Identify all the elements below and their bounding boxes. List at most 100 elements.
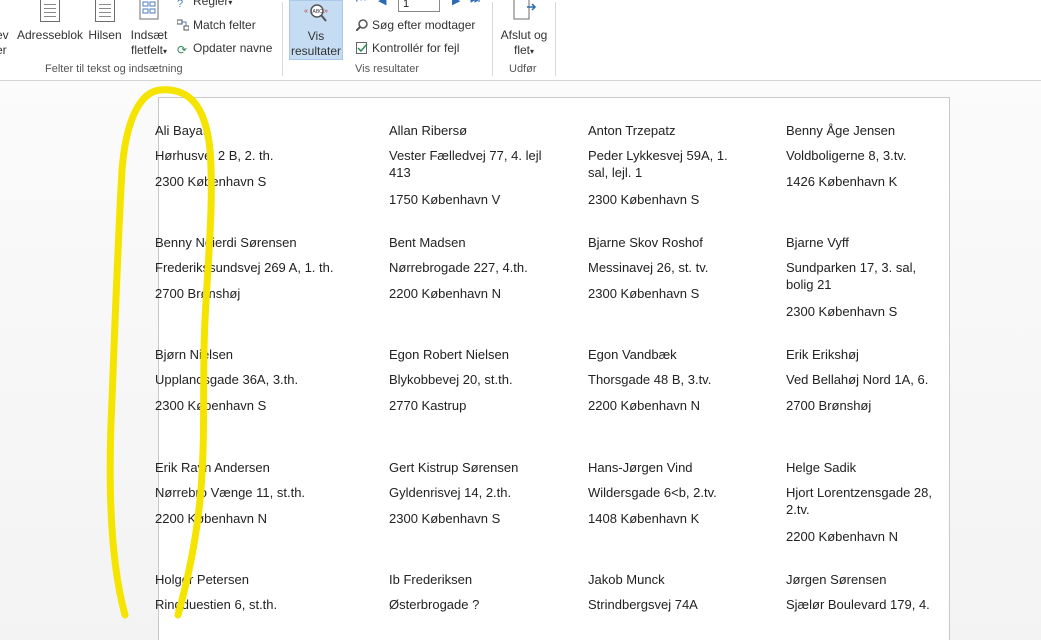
recipient-city: 2300 København S xyxy=(786,304,898,319)
recipient-street: Sjælør Boulevard 179, 4. xyxy=(786,597,930,612)
ribbon-separator xyxy=(555,2,556,76)
address-block-label: Adresseblok xyxy=(16,28,84,42)
recipient-street: Strindbergsvej 74A xyxy=(588,597,698,612)
recipient-street: Messinavej 26, st. tv. xyxy=(588,260,709,275)
finish-merge-button[interactable]: Afslut og flet▾ xyxy=(496,0,552,59)
recipient-city: 2200 København N xyxy=(786,529,899,544)
recipient-street: Ved Bellahøj Nord 1A, 6. xyxy=(786,372,929,387)
recipient-name: Egon Robert Nielsen xyxy=(389,347,509,362)
recipient-name: Bjørn Nielsen xyxy=(155,347,234,362)
recipient-name: Benny Neierdi Sørensen xyxy=(155,235,297,250)
recipient-street: Vester Fælledvej 77, 4. lejl 413 xyxy=(389,148,542,180)
search-icon xyxy=(355,19,368,32)
recipient-street: Wildersgade 6<b, 2.tv. xyxy=(588,485,717,500)
ribbon-separator xyxy=(492,2,493,76)
insert-merge-field-button[interactable]: Indsæt fletfelt▾ xyxy=(126,0,172,59)
greeting-line-icon xyxy=(86,0,124,23)
first-record-icon[interactable]: ⏮ xyxy=(356,0,366,7)
recipient-street: Gyldenrisvej 14, 2.th. xyxy=(389,485,512,500)
match-fields-button[interactable]: Match felter xyxy=(176,17,256,33)
recipient-city: 2300 København S xyxy=(588,192,700,207)
ribbon-separator xyxy=(282,2,283,76)
check-errors-button[interactable]: Kontrollér for fejl xyxy=(356,40,459,56)
chevron-down-icon: ▾ xyxy=(530,47,535,56)
recipient-city: 2300 København S xyxy=(389,511,501,526)
recipient-street: Østerbrogade ? xyxy=(389,597,480,612)
recipient-street: Ringduestien 6, st.th. xyxy=(155,597,278,612)
greeting-button[interactable]: Hilsen xyxy=(86,0,124,43)
rules-icon: ? xyxy=(177,0,184,10)
document-page[interactable]: Ali Bayati Hørhusvej 2 B, 2. th. 2300 Købe… xyxy=(155,97,950,640)
recipient-name: Ali Bayati xyxy=(155,123,210,138)
refresh-icon: ⟳ xyxy=(177,43,188,57)
recipient-street: Voldboligerne 8, 3.tv. xyxy=(786,148,907,163)
match-fields-label: Match felter xyxy=(193,18,256,32)
greeting-label: Hilsen xyxy=(88,28,122,42)
match-fields-icon xyxy=(176,19,190,31)
recipient-street: Sundparken 17, 3. sal, bolig 21 xyxy=(786,260,917,292)
last-record-icon[interactable]: ⏭ xyxy=(470,0,480,7)
preview-results-label: Vis resultater xyxy=(290,29,342,58)
recipient-city: 1426 København K xyxy=(786,174,898,189)
recipient-name: Ib Frederiksen xyxy=(389,572,473,587)
recipient-name: Anton Trzepatz xyxy=(588,123,676,138)
svg-text:ABC: ABC xyxy=(313,9,324,15)
address-block-icon xyxy=(16,0,84,23)
recipient-city: 1750 København V xyxy=(389,192,501,207)
recipient-city: 1408 København K xyxy=(588,511,700,526)
recipient-name: Erik Ravn Andersen xyxy=(155,460,270,475)
recipient-city: 2300 København S xyxy=(155,174,267,189)
recipient-city: 2700 Brønshøj xyxy=(786,398,872,413)
recipient-street: Frederikssundsvej 269 A, 1. th. xyxy=(155,260,334,275)
recipient-city: 2300 København S xyxy=(588,286,700,301)
check-errors-label: Kontrollér for fejl xyxy=(372,41,460,55)
merge-field-icon xyxy=(126,0,172,23)
recipient-city: 2200 København N xyxy=(155,511,268,526)
recipient-name: Bjarne Vyff xyxy=(786,235,849,250)
insert-fields-group-label: Felter til tekst og indsætning xyxy=(45,63,183,75)
record-number-input[interactable]: 1 xyxy=(398,0,440,12)
svg-text:»: » xyxy=(324,8,328,15)
recipient-street: Blykobbevej 20, st.th. xyxy=(389,372,513,387)
recipient-street: Peder Lykkesvej 59A, 1. sal, lejl. 1 xyxy=(588,148,728,180)
recipient-name: Allan Ribersø xyxy=(389,123,468,138)
recipient-city: 2200 København N xyxy=(389,286,502,301)
recipient-city: 2700 Brønshøj xyxy=(155,286,241,301)
recipient-street: Upplandsgade 36A, 3.th. xyxy=(155,372,299,387)
recipient-name: Jakob Munck xyxy=(588,572,665,587)
update-labels-button[interactable]: ⟳ Opdater navne xyxy=(177,40,272,56)
previous-record-icon[interactable]: ◀ xyxy=(378,0,386,7)
recipient-name: Hans-Jørgen Vind xyxy=(588,460,693,475)
recipient-name: Bjarne Skov Roshof xyxy=(588,235,703,250)
recipient-street: Nørrebro Vænge 11, st.th. xyxy=(155,485,306,500)
recipient-city: 2200 København N xyxy=(588,398,701,413)
preview-group-label: Vis resultater xyxy=(355,63,419,75)
partial-ribbon-button[interactable]: ev er xyxy=(0,28,12,58)
address-block-button[interactable]: Adresseblok xyxy=(16,0,84,43)
insert-merge-field-label: Indsæt fletfelt xyxy=(130,28,168,57)
recipient-street: Hørhusvej 2 B, 2. th. xyxy=(155,148,274,163)
partial-button-label: ev er xyxy=(0,28,9,57)
svg-text:«: « xyxy=(304,8,308,15)
recipient-street: Nørrebrogade 227, 4.th. xyxy=(389,260,528,275)
recipient-name: Holger Petersen xyxy=(155,572,249,587)
recipient-city: 2770 Kastrup xyxy=(389,398,467,413)
chevron-down-icon: ▾ xyxy=(228,0,233,7)
recipient-street: Hjort Lorentzensgade 28, 2.tv. xyxy=(786,485,932,517)
finish-group-label: Udfør xyxy=(509,63,537,75)
rules-button[interactable]: ? Regler▾ xyxy=(177,0,232,11)
chevron-down-icon: ▾ xyxy=(163,47,168,56)
recipient-name: Benny Åge Jensen xyxy=(786,123,896,138)
next-record-icon[interactable]: ▶ xyxy=(452,0,460,7)
finish-merge-label: Afslut og flet xyxy=(500,28,548,57)
recipient-name: Egon Vandbæk xyxy=(588,347,677,362)
recipient-name: Erik Erikshøj xyxy=(786,347,859,362)
recipient-name: Jørgen Sørensen xyxy=(786,572,887,587)
recipient-name: Gert Kistrup Sørensen xyxy=(389,460,519,475)
update-labels-label: Opdater navne xyxy=(193,41,273,55)
ribbon: ev er Adresseblok Hilsen Indsæt fletfelt… xyxy=(0,0,1041,81)
rules-label: Regler xyxy=(193,0,229,8)
check-errors-icon xyxy=(356,42,368,54)
preview-results-button[interactable]: « ABC» Vis resultater xyxy=(289,0,343,60)
find-recipient-button[interactable]: Søg efter modtager xyxy=(355,17,475,33)
